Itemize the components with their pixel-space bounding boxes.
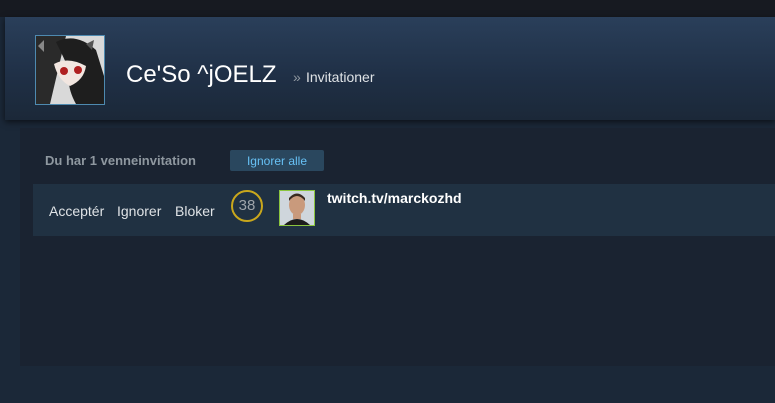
profile-header: Ce'So ^jOELZ » Invitationer — [5, 17, 775, 120]
ignore-all-button[interactable]: Ignorer alle — [230, 150, 324, 171]
friend-avatar-image — [280, 191, 314, 225]
invite-row: Acceptér Ignorer Bloker 38 twitch.tv/mar… — [33, 184, 775, 236]
invite-count-text: Du har 1 venneinvitation — [45, 153, 196, 168]
ignore-button[interactable]: Ignorer — [117, 203, 161, 219]
profile-avatar[interactable] — [35, 35, 105, 105]
block-button[interactable]: Bloker — [175, 203, 215, 219]
breadcrumb-separator: » — [293, 69, 301, 85]
avatar-image — [36, 36, 104, 104]
invites-panel: Du har 1 venneinvitation Ignorer alle Ac… — [20, 128, 775, 366]
profile-name[interactable]: Ce'So ^jOELZ — [126, 61, 277, 89]
friend-avatar[interactable] — [279, 190, 315, 226]
top-bar — [0, 0, 775, 17]
friend-name-link[interactable]: twitch.tv/marckozhd — [327, 190, 462, 206]
accept-button[interactable]: Acceptér — [49, 203, 104, 219]
breadcrumb-current-page: Invitationer — [306, 69, 375, 85]
level-badge: 38 — [231, 190, 263, 222]
